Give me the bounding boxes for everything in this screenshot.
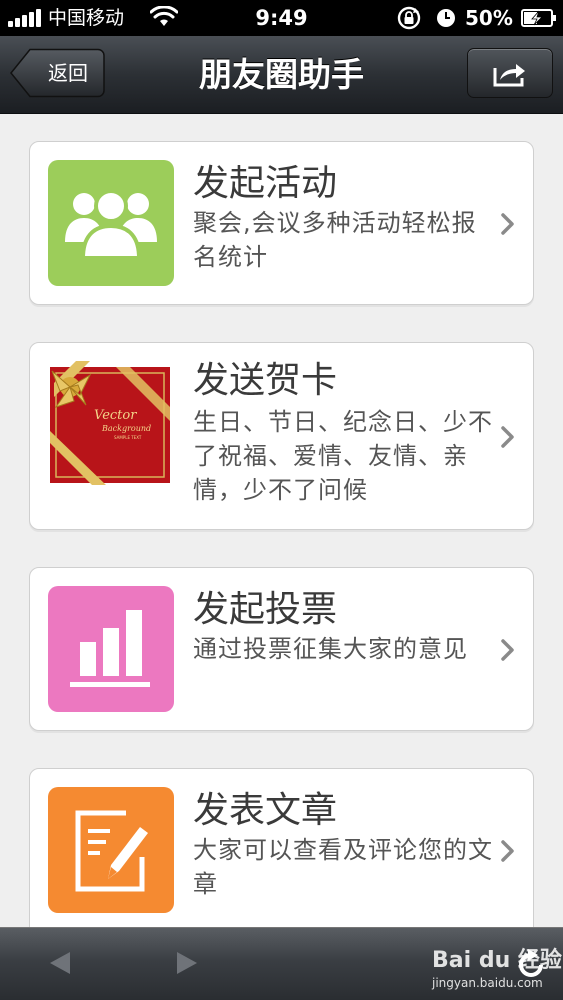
alarm-icon (437, 9, 455, 27)
list-item-activity[interactable]: 发起活动 聚会,会议多种活动轻松报名统计 (29, 141, 534, 305)
list-item-greeting-card[interactable]: Vector Background SAMPLE TEXT 发送贺卡 生日、节日… (29, 342, 534, 530)
feature-list: 发起活动 聚会,会议多种活动轻松报名统计 Vector Background S… (0, 115, 563, 927)
gift-card-word-3: SAMPLE TEXT (114, 435, 142, 440)
chevron-right-icon (501, 639, 514, 661)
card-description: 生日、节日、纪念日、少不了祝福、爱情、友情、亲情，少不了问候 (193, 408, 493, 504)
list-item-article[interactable]: 发表文章 大家可以查看及评论您的文章 (29, 768, 534, 927)
list-item-vote[interactable]: 发起投票 通过投票征集大家的意见 (29, 567, 534, 731)
gift-card-word-2: Background (101, 424, 151, 433)
card-title: 发起活动 (193, 163, 338, 204)
navigation-bar: 返回 朋友圈助手 (0, 36, 563, 114)
card-description: 聚会,会议多种活动轻松报名统计 (193, 209, 477, 271)
refresh-icon[interactable] (514, 948, 548, 982)
card-title: 发表文章 (193, 790, 338, 831)
card-description: 通过投票征集大家的意见 (193, 635, 468, 663)
card-title: 发起投票 (193, 589, 338, 630)
card-title: 发送贺卡 (193, 360, 338, 401)
status-bar: 中国移动 9:49 50% (0, 0, 563, 36)
group-people-icon (48, 160, 174, 286)
chevron-right-icon (501, 840, 514, 862)
card-description: 大家可以查看及评论您的文章 (193, 836, 493, 898)
gift-card-word-1: Vector (94, 408, 137, 423)
gift-card-icon: Vector Background SAMPLE TEXT (46, 361, 176, 487)
battery-percent: 50% (465, 6, 513, 30)
battery-charging-icon (521, 9, 556, 27)
chevron-right-icon (501, 213, 514, 235)
rotation-lock-icon (397, 6, 421, 30)
bar-chart-icon (48, 586, 174, 712)
edit-document-icon (48, 787, 174, 913)
forward-arrow-icon[interactable] (175, 950, 199, 976)
share-icon (493, 64, 525, 87)
share-button[interactable] (467, 48, 553, 98)
bottom-toolbar: Bai du 经验 jingyan.baidu.com (0, 927, 563, 1000)
chevron-right-icon (501, 426, 514, 448)
back-arrow-icon[interactable] (48, 950, 72, 976)
